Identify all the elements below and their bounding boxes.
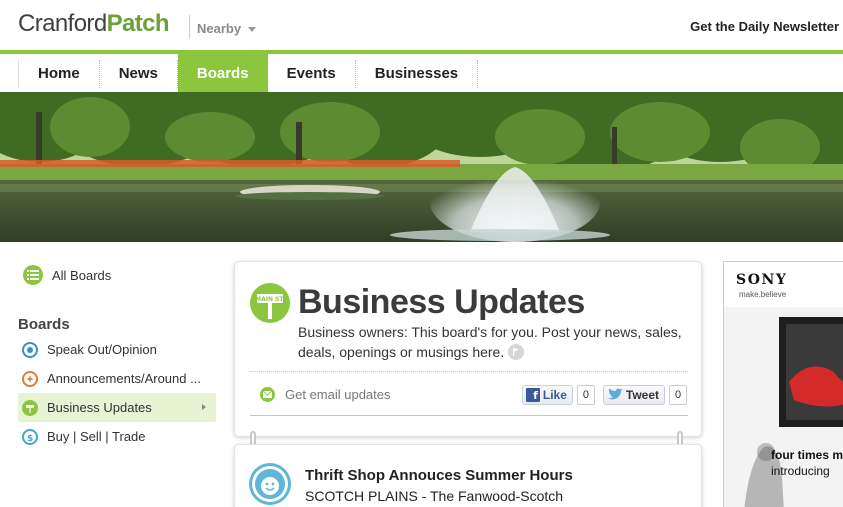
boards-heading: Boards <box>18 316 70 333</box>
main-st-sign-icon <box>22 399 38 416</box>
list-icon <box>23 265 43 285</box>
nearby-dropdown[interactable]: Nearby <box>197 21 257 36</box>
nav-news[interactable]: News <box>100 60 178 88</box>
site-logo[interactable]: CranfordPatch <box>18 9 170 39</box>
twitter-bird-icon <box>607 388 623 402</box>
board-item-label: Speak Out/Opinion <box>47 342 157 357</box>
logo-divider <box>189 15 190 39</box>
card-divider <box>250 371 688 372</box>
main-st-sign-icon: MAIN ST. <box>250 283 290 323</box>
post-meta: SCOTCH PLAINS - The Fanwood-Scotch <box>305 488 564 504</box>
board-item-buy-sell-trade[interactable]: $ Buy | Sell | Trade <box>18 422 216 451</box>
like-count: 0 <box>576 385 595 405</box>
like-label: Like <box>542 388 567 402</box>
flag-icon[interactable] <box>508 344 525 360</box>
board-item-speak-out[interactable]: Speak Out/Opinion <box>18 335 216 364</box>
dollar-icon: $ <box>22 428 38 445</box>
email-updates-label: Get email updates <box>285 387 391 402</box>
nav-items: Home News Boards Events Businesses <box>18 54 479 94</box>
nav-home[interactable]: Home <box>19 60 100 88</box>
board-title: Business Updates <box>298 283 585 321</box>
board-list: Speak Out/Opinion Announcements/Around .… <box>18 335 216 451</box>
chevron-right-icon <box>202 404 206 410</box>
ad-subline: introducing <box>771 464 830 478</box>
board-item-label: Buy | Sell | Trade <box>47 429 146 444</box>
ad-brand: SONY <box>736 272 788 288</box>
boards-sidebar: All Boards Boards Speak Out/Opinion Anno… <box>6 242 228 507</box>
nav-boards[interactable]: Boards <box>177 54 268 94</box>
speech-icon <box>22 341 38 358</box>
board-header-card: MAIN ST. Business Updates Business owner… <box>234 261 702 437</box>
nearby-label: Nearby <box>197 21 242 36</box>
hero-image <box>0 92 843 242</box>
site-header: CranfordPatch Nearby Get the Daily Newsl… <box>0 0 843 54</box>
card-bottom-divider <box>250 415 688 416</box>
email-updates-link[interactable]: Get email updates <box>260 387 391 402</box>
starburst-icon <box>22 370 38 387</box>
all-boards-link[interactable]: All Boards <box>23 264 111 286</box>
board-item-announcements[interactable]: Announcements/Around ... <box>18 364 216 393</box>
board-item-label: Announcements/Around ... <box>47 371 201 386</box>
chevron-down-icon <box>248 27 257 33</box>
newsletter-link[interactable]: Get the Daily Newsletter <box>690 19 839 34</box>
facebook-like-button[interactable]: f Like <box>521 385 573 405</box>
tweet-button[interactable]: Tweet <box>602 385 665 405</box>
board-item-business-updates[interactable]: Business Updates <box>18 393 216 422</box>
social-buttons: f Like 0 Tweet 0 <box>521 385 687 405</box>
board-description: Business owners: This board's for you. P… <box>298 322 693 362</box>
main-nav: Home News Boards Events Businesses <box>0 54 843 94</box>
avatar[interactable] <box>249 463 291 505</box>
post-card: Thrift Shop Annouces Summer Hours SCOTCH… <box>234 444 702 507</box>
logo-patch: Patch <box>106 10 170 37</box>
advertisement[interactable]: SONY make.believe four times m introduci… <box>723 261 843 507</box>
nav-events[interactable]: Events <box>268 60 356 88</box>
logo-town: Cranford <box>18 10 107 37</box>
svg-text:$: $ <box>27 434 33 442</box>
facebook-icon: f <box>525 388 540 402</box>
envelope-icon <box>260 387 275 402</box>
nav-businesses[interactable]: Businesses <box>356 60 479 88</box>
tweet-label: Tweet <box>625 388 659 402</box>
ad-tagline: make.believe <box>739 290 787 299</box>
tweet-count: 0 <box>669 385 687 405</box>
post-title[interactable]: Thrift Shop Annouces Summer Hours <box>305 467 573 484</box>
board-description-text: Business owners: This board's for you. P… <box>298 324 682 360</box>
board-item-label: Business Updates <box>47 400 152 415</box>
ad-headline: four times m <box>771 448 843 462</box>
sign-text: MAIN ST. <box>255 296 285 303</box>
all-boards-label: All Boards <box>52 267 112 283</box>
